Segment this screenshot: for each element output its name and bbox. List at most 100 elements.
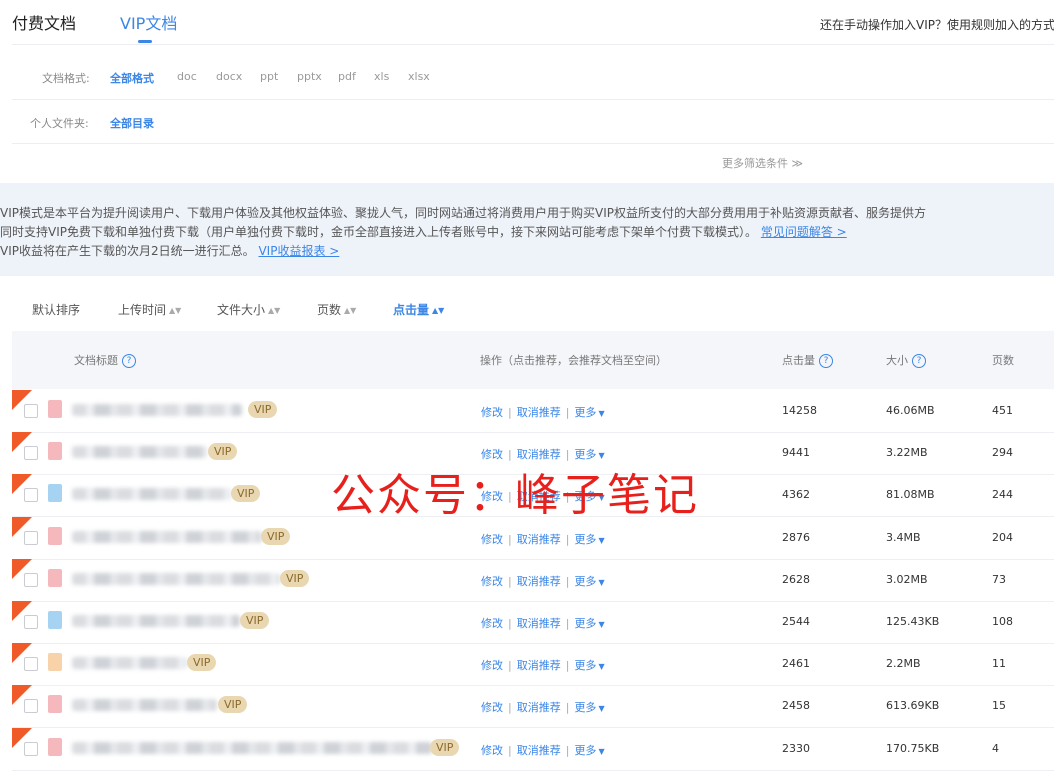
row-checkbox[interactable] <box>24 615 38 629</box>
document-title-blurred[interactable] <box>72 446 207 459</box>
more-dropdown[interactable]: 更多 ▼ <box>574 575 604 588</box>
clicks-cell: 2330 <box>782 741 810 755</box>
separator: | <box>508 743 512 757</box>
header-clicks: 点击量? <box>782 352 833 368</box>
file-type-icon <box>48 611 62 629</box>
row-checkbox[interactable] <box>24 699 38 714</box>
chevron-down-icon: ▼ <box>598 409 605 418</box>
row-actions: 修改 | 取消推荐 | 更多 ▼ <box>481 615 605 631</box>
more-dropdown[interactable]: 更多 ▼ <box>574 617 604 630</box>
unrecommend-link[interactable]: 取消推荐 <box>517 617 561 630</box>
more-label: 更多 <box>574 617 597 630</box>
sort-file-size[interactable]: 文件大小 ▲▼ <box>217 301 280 318</box>
more-filters-toggle[interactable]: 更多筛选条件 ≫ <box>722 155 803 171</box>
format-option-pptx[interactable]: pptx <box>297 70 322 83</box>
row-checkbox[interactable] <box>24 741 38 756</box>
separator: | <box>508 532 512 546</box>
row-checkbox[interactable] <box>24 530 38 545</box>
edit-link[interactable]: 修改 <box>481 406 503 419</box>
unrecommend-link[interactable]: 取消推荐 <box>517 659 561 672</box>
size-cell: 2.2MB <box>886 657 921 671</box>
unrecommend-link[interactable]: 取消推荐 <box>517 701 561 714</box>
help-icon[interactable]: ? <box>912 354 926 368</box>
edit-link[interactable]: 修改 <box>481 617 503 630</box>
size-cell: 613.69KB <box>886 699 940 713</box>
chevron-down-icon: ▼ <box>598 577 605 587</box>
unrecommend-link[interactable]: 取消推荐 <box>517 575 561 588</box>
vip-earnings-report-link[interactable]: VIP收益报表 > <box>258 244 339 258</box>
more-label: 更多 <box>574 406 597 419</box>
separator: | <box>508 406 512 419</box>
chevron-down-icon: ▼ <box>598 704 605 714</box>
tab-paid-documents[interactable]: 付费文档 <box>12 10 76 34</box>
format-option-docx[interactable]: docx <box>216 70 242 83</box>
document-title-blurred[interactable] <box>72 699 217 712</box>
faq-link[interactable]: 常见问题解答 > <box>761 225 847 239</box>
sort-clicks[interactable]: 点击量 ▲▼ <box>393 301 444 318</box>
sort-arrows-icon: ▲▼ <box>169 306 182 315</box>
format-option-pdf[interactable]: pdf <box>338 70 356 83</box>
row-checkbox[interactable] <box>24 404 38 418</box>
more-dropdown[interactable]: 更多 ▼ <box>574 659 604 672</box>
header-title: 文档标题? <box>74 352 136 368</box>
edit-link[interactable]: 修改 <box>481 575 503 588</box>
format-option-all[interactable]: 全部格式 <box>110 70 154 86</box>
row-checkbox[interactable] <box>24 572 38 587</box>
pages-cell: 244 <box>992 488 1013 502</box>
sort-file-size-label: 文件大小 <box>217 303 266 317</box>
folder-option-all[interactable]: 全部目录 <box>110 115 154 131</box>
file-type-icon <box>48 695 62 714</box>
sort-arrows-icon: ▲▼ <box>344 306 357 315</box>
row-actions: 修改 | 取消推荐 | 更多 ▼ <box>481 657 605 673</box>
separator: | <box>565 743 570 757</box>
table-row: VIP 修改 | 取消推荐 | 更多 ▼ 2458 613.69KB 15 <box>12 685 1054 729</box>
format-option-ppt[interactable]: ppt <box>260 70 278 83</box>
unrecommend-link[interactable]: 取消推荐 <box>517 406 561 419</box>
more-dropdown[interactable]: 更多 ▼ <box>574 533 604 546</box>
edit-link[interactable]: 修改 <box>481 533 503 546</box>
format-option-doc[interactable]: doc <box>177 70 197 83</box>
format-option-xls[interactable]: xls <box>374 70 389 83</box>
row-checkbox[interactable] <box>24 446 38 461</box>
document-title-blurred[interactable] <box>72 488 232 501</box>
pages-cell: 73 <box>992 572 1006 586</box>
tab-vip-documents[interactable]: VIP文档 <box>120 10 177 34</box>
separator: | <box>508 659 512 673</box>
separator: | <box>508 617 512 630</box>
sort-pages-label: 页数 <box>317 303 342 317</box>
sort-default[interactable]: 默认排序 <box>32 301 80 318</box>
edit-link[interactable]: 修改 <box>481 744 503 757</box>
row-checkbox[interactable] <box>24 488 38 503</box>
clicks-cell: 9441 <box>782 446 810 460</box>
document-title-blurred[interactable] <box>72 572 280 585</box>
document-title-blurred[interactable] <box>72 404 242 416</box>
file-type-icon <box>48 400 62 418</box>
document-title-blurred[interactable] <box>72 530 262 543</box>
row-checkbox[interactable] <box>24 657 38 672</box>
separator: | <box>508 574 512 588</box>
document-title-blurred[interactable] <box>72 615 240 627</box>
format-option-xlsx[interactable]: xlsx <box>408 70 430 83</box>
more-dropdown[interactable]: 更多 ▼ <box>574 701 604 714</box>
edit-link[interactable]: 修改 <box>481 659 503 672</box>
chevron-down-icon: ▼ <box>598 535 605 545</box>
help-icon[interactable]: ? <box>819 354 833 368</box>
unrecommend-link[interactable]: 取消推荐 <box>517 533 561 546</box>
chevron-down-icon: ▼ <box>598 662 605 672</box>
sort-upload-time[interactable]: 上传时间 ▲▼ <box>118 301 181 318</box>
vip-rule-hint[interactable]: 还在手动操作加入VIP？使用规则加入的方式 <box>820 16 1054 33</box>
separator: | <box>565 659 570 673</box>
row-actions: 修改 | 取消推荐 | 更多 ▼ <box>481 742 605 758</box>
help-icon[interactable]: ? <box>122 354 136 368</box>
more-dropdown[interactable]: 更多 ▼ <box>574 744 604 757</box>
unrecommend-link[interactable]: 取消推荐 <box>517 744 561 757</box>
document-title-blurred[interactable] <box>72 657 187 670</box>
document-title-blurred[interactable] <box>72 741 432 754</box>
more-dropdown[interactable]: 更多 ▼ <box>574 406 604 419</box>
sort-clicks-label: 点击量 <box>393 303 430 317</box>
vip-badge: VIP <box>248 401 278 418</box>
file-type-icon <box>48 568 62 587</box>
edit-link[interactable]: 修改 <box>481 701 503 714</box>
sort-pages[interactable]: 页数 ▲▼ <box>317 301 356 318</box>
chevron-down-icon: ▼ <box>598 746 605 756</box>
